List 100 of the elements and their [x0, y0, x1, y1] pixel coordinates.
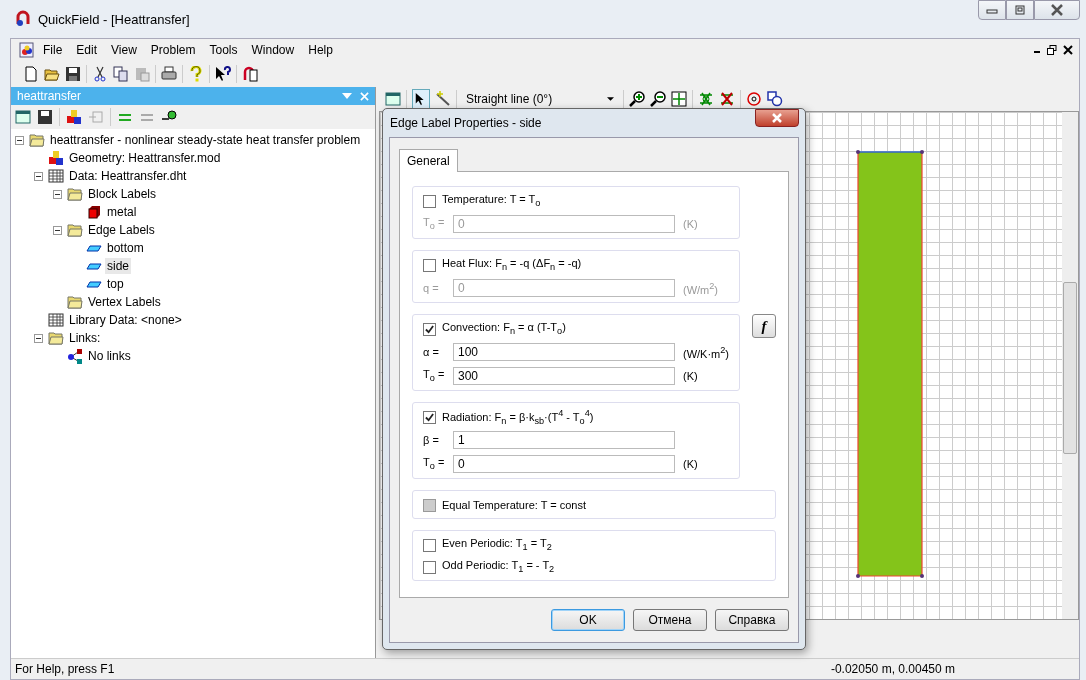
window-title: QuickField - [Heattransfer] — [38, 11, 190, 27]
tree-item[interactable]: bottom — [105, 240, 146, 256]
unit-text: (K) — [683, 458, 698, 470]
collapse-toggle[interactable] — [15, 135, 26, 145]
mesh-icon[interactable] — [698, 91, 714, 107]
restore-icon[interactable] — [1047, 45, 1057, 55]
collapse-toggle[interactable] — [53, 225, 64, 235]
field-label: T$_{o}$ = — [423, 216, 446, 232]
menu-item[interactable]: Window — [245, 41, 301, 59]
tree-item[interactable]: top — [105, 276, 126, 292]
folder-icon — [48, 330, 64, 346]
collapse-toggle[interactable] — [34, 333, 45, 343]
save-icon[interactable] — [65, 66, 81, 82]
dialog-button[interactable]: Отмена — [633, 609, 707, 631]
collapse-toggle[interactable] — [53, 189, 64, 199]
checkbox-label: Radiation: F$_{n}$ = β·k$_{sb}$·(T$^{4}$ - T$_{o}$$^{4}$) — [442, 408, 594, 426]
tree-item[interactable]: Library Data: <none> — [67, 312, 184, 328]
checkbox[interactable] — [423, 258, 436, 272]
scissors-icon[interactable] — [92, 66, 108, 82]
close-button[interactable] — [755, 109, 799, 127]
checkbox[interactable] — [423, 538, 436, 552]
checkbox[interactable] — [423, 194, 436, 208]
collapse-toggle[interactable] — [34, 171, 45, 181]
input-field[interactable]: 300 — [453, 367, 675, 385]
zoom-out-icon[interactable] — [650, 91, 666, 107]
field-label: α = — [423, 346, 440, 358]
input-field[interactable]: 100 — [453, 343, 675, 361]
document-icon[interactable] — [19, 42, 35, 58]
new-document-icon[interactable] — [23, 66, 39, 82]
checkbox[interactable] — [423, 410, 436, 424]
window-icon[interactable] — [15, 109, 31, 125]
dialog-button[interactable]: OK — [551, 609, 625, 631]
tree-item[interactable]: Block Labels — [86, 186, 159, 202]
formula-button[interactable]: f — [752, 314, 776, 338]
dialog-title: Edge Label Properties - side — [390, 116, 542, 130]
unit-text: (K) — [683, 370, 698, 382]
magic-wand-icon[interactable] — [435, 91, 451, 107]
copy-icon[interactable] — [113, 66, 129, 82]
input-field[interactable]: 0 — [453, 455, 675, 473]
caret-icon — [607, 97, 614, 101]
delete-mesh-icon[interactable] — [719, 91, 735, 107]
field-label: q = — [423, 282, 440, 294]
checkbox[interactable] — [423, 560, 436, 574]
unit-text: (K) — [683, 218, 698, 230]
pointer-help-icon[interactable] — [215, 66, 231, 82]
tree-item[interactable]: Edge Labels — [86, 222, 157, 238]
cube-icon — [86, 204, 102, 220]
unit-text: (W/K·m$^{2}$) — [683, 344, 729, 360]
coordinates-text: -0.02050 m, 0.00450 m — [830, 662, 955, 676]
tree-item[interactable]: heattransfer - nonlinear steady-state heat transfer problem — [48, 132, 363, 148]
close-icon[interactable] — [1063, 45, 1073, 55]
magnet-icon[interactable] — [242, 66, 258, 82]
menu-item[interactable]: Help — [302, 41, 339, 59]
checkbox[interactable] — [423, 322, 436, 336]
checkbox-label: Temperature: T = T$_{o}$ — [442, 193, 541, 209]
shapes-outline-icon[interactable] — [767, 91, 783, 107]
shapes-icon[interactable] — [66, 109, 82, 125]
tab[interactable]: General — [399, 149, 458, 172]
checkbox-label: Odd Periodic: T$_{1}$ = - T$_{2}$ — [442, 559, 555, 575]
maximize-button[interactable] — [1006, 0, 1034, 20]
zoom-in-icon[interactable] — [629, 91, 645, 107]
dialog-button[interactable]: Справка — [715, 609, 789, 631]
save-icon[interactable] — [37, 109, 53, 125]
checkbox-label: Heat Flux: F$_{n}$ = -q (ΔF$_{n}$ = -q) — [442, 257, 582, 273]
fit-grid-icon[interactable] — [671, 91, 687, 107]
menu-item[interactable]: View — [105, 41, 143, 59]
folder-icon — [67, 186, 83, 202]
shapes-icon — [48, 150, 64, 166]
pointer-tool-button[interactable] — [412, 89, 430, 109]
app-logo-icon — [14, 10, 32, 28]
field-label: β = — [423, 434, 440, 446]
unit-text: (W/m$^{2}$) — [683, 280, 719, 296]
tree-item[interactable]: No links — [86, 348, 133, 364]
tree-item[interactable]: Data: Heattransfer.dht — [67, 168, 189, 184]
menu-item[interactable]: Tools — [203, 41, 244, 59]
menu-item[interactable]: File — [37, 41, 69, 59]
close-icon — [1050, 4, 1064, 16]
tree-item[interactable]: Links: — [67, 330, 103, 346]
checkbox-label: Equal Temperature: T = const — [442, 499, 586, 511]
close-button[interactable] — [1034, 0, 1080, 20]
link-nodes-icon — [67, 348, 83, 364]
tree-item[interactable]: Geometry: Heattransfer.mod — [67, 150, 223, 166]
folder-icon — [29, 132, 45, 148]
shape-dropdown[interactable]: Straight line (0°) — [462, 90, 618, 108]
tree-item[interactable]: Vertex Labels — [86, 294, 163, 310]
pane-title: heattransfer — [17, 89, 82, 103]
tree-item[interactable]: side — [105, 258, 131, 274]
help-icon[interactable] — [188, 66, 204, 82]
table-icon — [48, 312, 64, 328]
open-folder-icon[interactable] — [44, 66, 60, 82]
window-icon[interactable] — [385, 91, 401, 107]
minimize-button[interactable] — [978, 0, 1006, 20]
input-field[interactable]: 1 — [453, 431, 675, 449]
tree-item[interactable]: metal — [105, 204, 139, 220]
menu-item[interactable]: Problem — [144, 41, 202, 59]
table-icon — [48, 168, 64, 184]
printer-icon[interactable] — [161, 66, 177, 82]
menu-item[interactable]: Edit — [70, 41, 104, 59]
target-icon[interactable] — [746, 91, 762, 107]
checkbox-label: Convection: F$_{n}$ = α (T-T$_{o}$) — [442, 321, 566, 337]
